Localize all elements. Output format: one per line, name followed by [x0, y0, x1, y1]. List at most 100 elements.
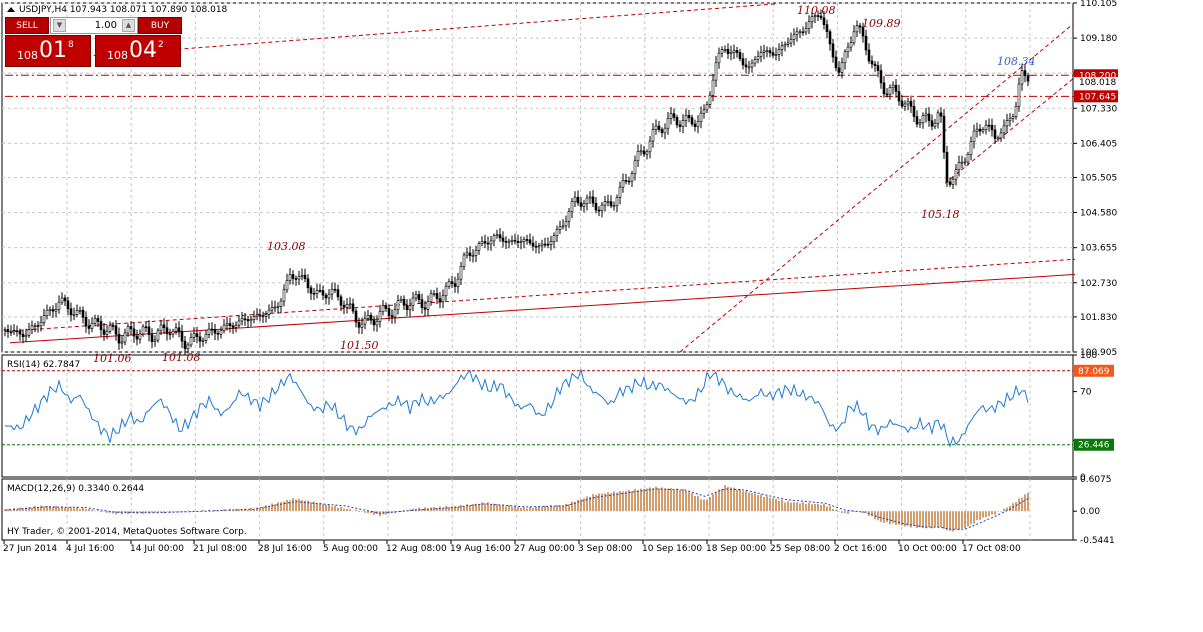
lot-size-value[interactable]: 1.00 [95, 20, 117, 31]
macd-bar [472, 504, 474, 512]
candle-body [909, 101, 913, 107]
macd-bar [529, 506, 531, 512]
y-tick-label: 107.330 [1080, 104, 1117, 114]
candle-body [555, 229, 559, 236]
macd-bar [757, 495, 759, 512]
candle-body [828, 31, 832, 45]
lot-size-field[interactable]: ▼ 1.00 ▲ [50, 17, 138, 34]
x-tick-label: 10 Oct 00:00 [898, 544, 957, 554]
candle-body [174, 327, 178, 332]
candle-body [669, 113, 673, 119]
macd-bar [334, 505, 336, 512]
candle-body [573, 196, 577, 203]
macd-bar [904, 511, 906, 527]
lot-increase-icon[interactable]: ▲ [122, 19, 135, 32]
candle-body [384, 305, 388, 309]
candle-body [366, 314, 370, 319]
macd-bar [1021, 497, 1023, 512]
candle-body [402, 298, 406, 306]
candle-body [324, 294, 328, 299]
macd-bar [1027, 492, 1029, 512]
candle-body [630, 173, 634, 182]
y-tick-label: 103.655 [1080, 244, 1117, 254]
macd-bar [307, 500, 309, 512]
price-annotation: 103.08 [267, 240, 306, 253]
candle-body [528, 239, 532, 244]
candle-body [1011, 116, 1015, 119]
candle-body [606, 201, 610, 203]
macd-bar [343, 508, 345, 512]
macd-bar [631, 490, 633, 512]
macd-bar [712, 494, 714, 512]
candle-body [474, 249, 478, 256]
candle-body [381, 305, 385, 312]
candle-body [924, 113, 928, 117]
macd-bar [799, 503, 801, 512]
macd-bar [685, 490, 687, 512]
candle-body [717, 52, 721, 64]
y-tick-label: 101.830 [1080, 313, 1117, 323]
macd-bar [886, 511, 888, 523]
candle-body [108, 325, 112, 332]
macd-bar [664, 488, 666, 512]
sell-price-box[interactable]: 108 01 8 [5, 35, 91, 67]
candle-body [714, 62, 718, 81]
macd-bar [967, 511, 969, 527]
macd-bar [715, 493, 717, 512]
macd-tick-label: 0.6075 [1080, 475, 1112, 485]
candle-body [1008, 118, 1012, 121]
candle-body [600, 204, 604, 211]
macd-bar [661, 487, 663, 512]
candle-body [699, 112, 703, 122]
candle-body [945, 151, 949, 183]
rsi-level-label: 26.446 [1078, 441, 1110, 451]
candle-body [477, 243, 481, 251]
candle-body [303, 274, 307, 280]
collapse-arrow-icon[interactable] [7, 7, 15, 12]
candle-body [750, 62, 754, 68]
macd-bar [328, 504, 330, 512]
candle-body [873, 63, 877, 66]
macd-bar [679, 490, 681, 512]
macd-bar [778, 500, 780, 512]
candle-body [822, 17, 826, 25]
price-annotation: 108.34 [997, 55, 1036, 68]
macd-bar [748, 492, 750, 512]
chart-window[interactable]: 110.105109.180108.255107.330106.405105.5… [0, 0, 1203, 632]
x-tick-label: 14 Jul 00:00 [130, 544, 184, 554]
buy-button[interactable]: BUY [138, 17, 182, 34]
candle-body [510, 239, 514, 242]
macd-bar [499, 505, 501, 512]
macd-bar [847, 511, 849, 514]
candle-body [723, 48, 727, 51]
candle-body [894, 84, 898, 92]
macd-bar [58, 507, 60, 512]
macd-bar [43, 506, 45, 512]
candle-body [711, 79, 715, 96]
candle-body [804, 28, 808, 33]
candle-body [522, 239, 526, 243]
candle-body [414, 294, 418, 299]
candle-body [993, 129, 997, 139]
candle-body [864, 35, 868, 51]
macd-bar [508, 505, 510, 512]
macd-bar [1000, 511, 1002, 512]
chart-canvas[interactable]: 110.105109.180108.255107.330106.405105.5… [0, 0, 1203, 632]
price-annotation: 101.50 [340, 339, 379, 352]
candle-body [165, 327, 169, 335]
candle-body [525, 239, 529, 241]
candle-body [183, 340, 187, 350]
lot-decrease-icon[interactable]: ▼ [53, 19, 66, 32]
candle-body [888, 87, 892, 95]
candle-body [735, 50, 739, 53]
macd-bar [913, 511, 915, 527]
buy-price-box[interactable]: 108 04 2 [95, 35, 181, 67]
macd-bar [187, 510, 189, 512]
candle-body [708, 94, 712, 105]
macd-bar [811, 504, 813, 512]
macd-bar [682, 489, 684, 512]
sell-button[interactable]: SELL [5, 17, 49, 34]
candle-body [54, 309, 58, 312]
candle-body [942, 115, 946, 153]
macd-bar [841, 511, 843, 513]
